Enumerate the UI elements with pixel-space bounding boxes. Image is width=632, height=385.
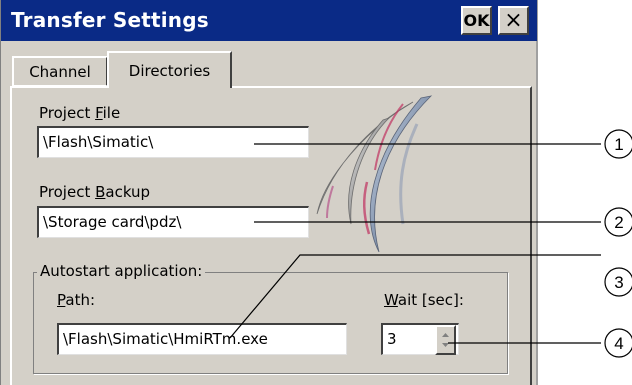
callout-1: 1 bbox=[614, 135, 623, 154]
tab-directories-label: Directories bbox=[128, 61, 211, 80]
callout-4: 4 bbox=[614, 334, 623, 353]
callout-3: 3 bbox=[614, 273, 623, 292]
tab-directories[interactable]: Directories bbox=[107, 51, 232, 88]
callout-annotations: 1 2 3 4 bbox=[229, 129, 632, 358]
callout-2: 2 bbox=[614, 213, 623, 232]
